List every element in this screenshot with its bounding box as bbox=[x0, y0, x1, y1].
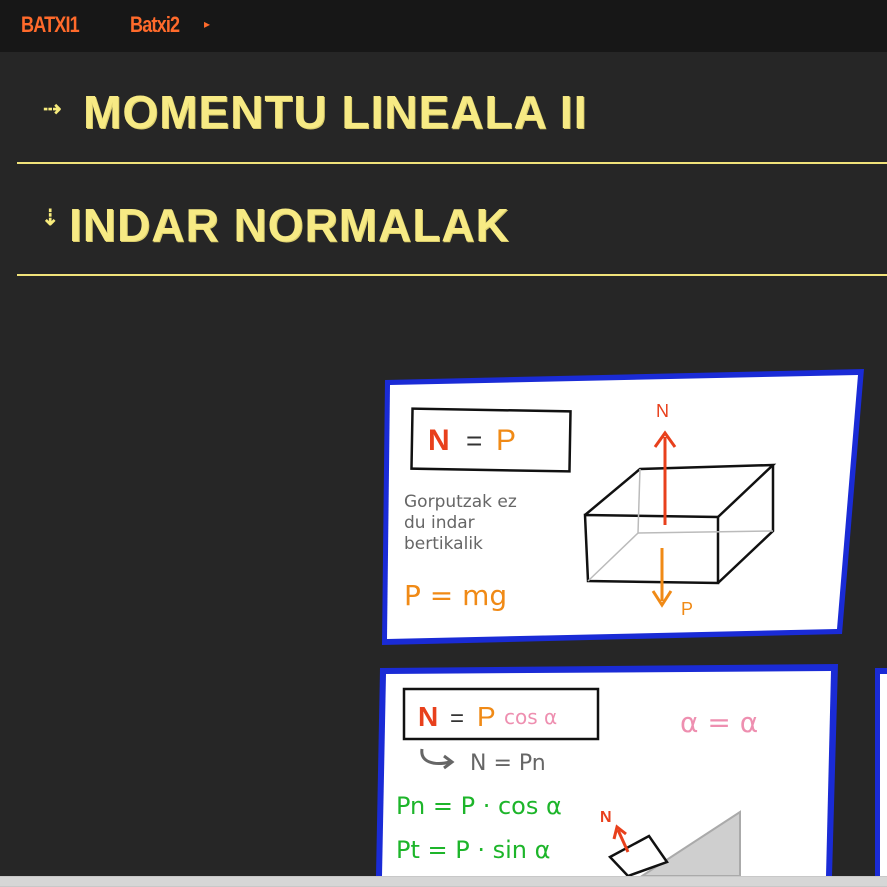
pt-formula: Pt = P · sin α bbox=[396, 836, 550, 864]
weight-formula: P = mg bbox=[404, 579, 507, 612]
partial-card[interactable] bbox=[875, 668, 887, 876]
nav-link-batxi2[interactable]: Batxi2 bbox=[130, 12, 180, 38]
note-line: du indar bbox=[404, 513, 475, 533]
formula-p: P bbox=[477, 701, 496, 732]
arrow-right-icon: ⇢ bbox=[43, 96, 62, 121]
force-label-n: N bbox=[656, 401, 669, 421]
alpha-equality: α = α bbox=[680, 706, 758, 739]
formula-n: N bbox=[418, 701, 438, 732]
note-line: bertikalik bbox=[404, 534, 483, 554]
nav-link-batxi1[interactable]: BATXI1 bbox=[21, 12, 80, 38]
section-heading-momentu[interactable]: ⇢ MOMENTU LINEALA II bbox=[17, 52, 887, 164]
force-label-p: P bbox=[681, 599, 693, 619]
formula-p: P bbox=[496, 424, 516, 457]
formula-n: N bbox=[428, 424, 450, 457]
pn-formula: Pn = P · cos α bbox=[396, 792, 562, 820]
sub-formula: N = Pn bbox=[470, 751, 546, 776]
arrow-down-icon: ⇣ bbox=[41, 205, 60, 230]
formula-eq: = bbox=[466, 425, 482, 456]
section-title: INDAR NORMALAK bbox=[69, 199, 510, 251]
submenu-caret-icon[interactable]: ▸ bbox=[204, 17, 210, 31]
formula-eq: = bbox=[450, 705, 464, 732]
horizontal-scrollbar[interactable] bbox=[0, 876, 887, 887]
note-line: Gorputzak ez bbox=[404, 492, 517, 512]
force-label-n: N bbox=[600, 809, 612, 826]
formula-cos: cos α bbox=[504, 705, 557, 729]
normal-force-incline-card[interactable]: N = P cos α α = α N = Pn Pn = P · cos α … bbox=[374, 664, 844, 876]
top-nav: BATXI1 Batxi2 ▸ bbox=[0, 0, 887, 52]
section-title: MOMENTU LINEALA II bbox=[83, 86, 588, 138]
section-heading-indar[interactable]: ⇣ INDAR NORMALAK bbox=[17, 164, 887, 276]
scrollbar-thumb[interactable] bbox=[0, 877, 887, 886]
normal-force-flat-card[interactable]: N = P Gorputzak ez du indar bertikalik P… bbox=[380, 365, 870, 650]
